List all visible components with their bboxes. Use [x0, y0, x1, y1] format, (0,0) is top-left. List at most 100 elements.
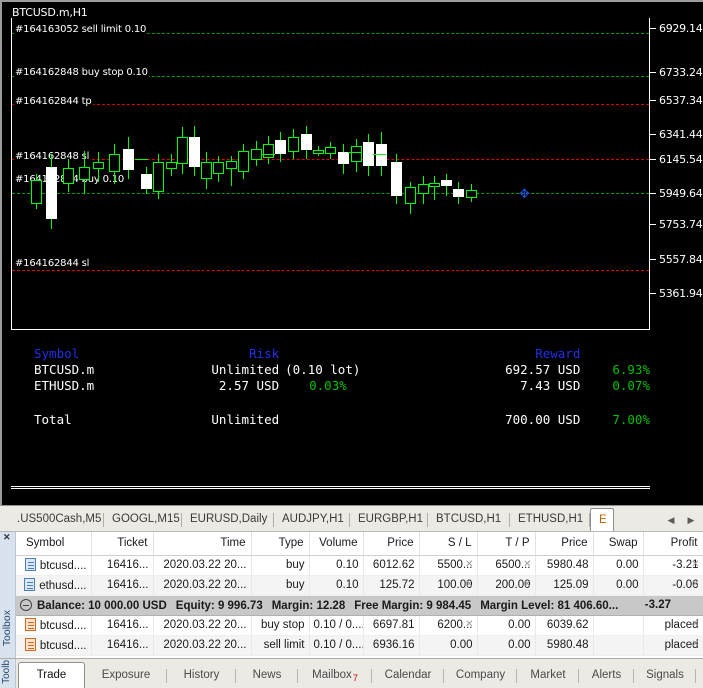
symbol-cell[interactable]: btcusd....: [16, 635, 91, 655]
column-header[interactable]: S / L: [419, 532, 477, 555]
column-header[interactable]: T / P: [477, 532, 535, 555]
profit-cell[interactable]: -0.06✕: [643, 575, 703, 595]
symbol-cell[interactable]: btcusd....: [16, 555, 91, 575]
time-scale[interactable]: [11, 488, 650, 505]
ticket-cell[interactable]: 16416...: [91, 555, 153, 575]
close-position-icon[interactable]: ✕: [523, 559, 531, 570]
time-cell[interactable]: 2020.03.22 20...: [153, 635, 251, 655]
current-price-cell[interactable]: 5980.48: [535, 555, 593, 575]
column-header[interactable]: Price: [535, 532, 593, 555]
volume-cell[interactable]: 0.10 / 0....: [309, 615, 363, 635]
table-row[interactable]: ethusd....16416...2020.03.22 20...buy0.1…: [16, 575, 703, 595]
column-header[interactable]: Swap: [593, 532, 643, 555]
close-position-icon[interactable]: ✕: [523, 579, 531, 590]
close-position-icon[interactable]: ✕: [465, 619, 473, 630]
swap-cell[interactable]: [593, 635, 643, 655]
toolbox-tab-history[interactable]: History: [167, 664, 236, 688]
sl-cell[interactable]: 6200...✕: [419, 615, 477, 635]
chart-window[interactable]: BTCUSD.m,H1 #164163052 sell limit 0.10#1…: [0, 0, 703, 505]
volume-cell[interactable]: 0.10: [309, 555, 363, 575]
close-position-icon[interactable]: ✕: [691, 579, 699, 590]
volume-cell[interactable]: 0.10 / 0....: [309, 635, 363, 655]
sl-cell[interactable]: 100.00✕: [419, 575, 477, 595]
price-cell[interactable]: 6697.81: [363, 615, 419, 635]
current-price-cell[interactable]: 5980.48: [535, 635, 593, 655]
swap-cell[interactable]: [593, 615, 643, 635]
type-cell[interactable]: buy stop: [251, 615, 309, 635]
chart-tab-us500cashm5[interactable]: .US500Cash,M5: [9, 509, 104, 532]
table-row[interactable]: btcusd....16416...2020.03.22 20...buy0.1…: [16, 555, 703, 575]
toolbox-tab-calendar[interactable]: Calendar: [372, 664, 444, 688]
toolbox-tab-exposure[interactable]: Exposure: [85, 664, 167, 688]
chart-tab-eurgbph1[interactable]: EURGBP,H1: [350, 509, 428, 532]
toolbox-tab-signals[interactable]: Signals: [634, 664, 696, 688]
chart-tab-bar[interactable]: .US500Cash,M5GOOGL,M15EURUSD,DailyAUDJPY…: [0, 505, 703, 531]
sl-cell[interactable]: 0.00: [419, 635, 477, 655]
toolbox-tab-mailbox[interactable]: Mailbox7: [298, 664, 372, 688]
profit-cell[interactable]: placed✕: [643, 635, 703, 655]
collapse-icon[interactable]: [20, 599, 32, 611]
time-cell[interactable]: 2020.03.22 20...: [153, 615, 251, 635]
price-cell[interactable]: 125.72: [363, 575, 419, 595]
sl-cell[interactable]: 5500...✕: [419, 555, 477, 575]
close-position-icon[interactable]: ✕: [691, 559, 699, 570]
toolbox-tab-market[interactable]: Market: [517, 664, 579, 688]
volume-cell[interactable]: 0.10: [309, 575, 363, 595]
close-position-icon[interactable]: ✕: [691, 639, 699, 650]
chart-tab-ethusdh1[interactable]: ETHUSD,H1: [510, 509, 590, 532]
price-scale[interactable]: 6929.146733.246537.346341.446145.545949.…: [650, 4, 703, 487]
column-header[interactable]: Type: [251, 532, 309, 555]
table-header-row[interactable]: SymbolTicketTimeTypeVolumePriceS / LT / …: [16, 532, 703, 555]
symbol-cell[interactable]: btcusd....: [16, 615, 91, 635]
chart-tab-e[interactable]: E: [590, 508, 614, 533]
tp-cell[interactable]: 0.00: [477, 615, 535, 635]
toolbox-tab-bar[interactable]: Toolb TradeExposureHistoryNewsMailbox7Ca…: [0, 658, 703, 688]
ticket-cell[interactable]: 16416...: [91, 575, 153, 595]
chevron-right-icon[interactable]: ▶: [688, 515, 695, 526]
price-cell[interactable]: 6936.16: [363, 635, 419, 655]
time-cell[interactable]: 2020.03.22 20...: [153, 555, 251, 575]
tp-cell[interactable]: 200.00✕: [477, 575, 535, 595]
symbol-cell[interactable]: ethusd....: [16, 575, 91, 595]
chart-tab-scroll-arrows[interactable]: ◀ ▶: [661, 511, 701, 529]
column-header[interactable]: Ticket: [91, 532, 153, 555]
close-position-icon[interactable]: ✕: [465, 579, 473, 590]
tp-cell[interactable]: 6500...✕: [477, 555, 535, 575]
tp-cell[interactable]: 0.00: [477, 635, 535, 655]
column-header[interactable]: Volume: [309, 532, 363, 555]
current-price-cell[interactable]: 6039.62: [535, 615, 593, 635]
toolbox-tab-alerts[interactable]: Alerts: [579, 664, 634, 688]
time-cell[interactable]: 2020.03.22 20...: [153, 575, 251, 595]
close-position-icon[interactable]: ✕: [691, 619, 699, 630]
type-cell[interactable]: buy: [251, 575, 309, 595]
ticket-cell[interactable]: 16416...: [91, 635, 153, 655]
column-header[interactable]: Profit: [643, 532, 703, 555]
close-position-icon[interactable]: ✕: [465, 559, 473, 570]
chart-tab-audjpyh1[interactable]: AUDJPY,H1: [274, 509, 350, 532]
price-cell[interactable]: 6012.62: [363, 555, 419, 575]
close-icon[interactable]: ✕: [3, 533, 11, 542]
swap-cell[interactable]: 0.00: [593, 575, 643, 595]
column-header[interactable]: Symbol: [16, 532, 91, 555]
profit-cell[interactable]: -3.21✕: [643, 555, 703, 575]
chart-canvas[interactable]: BTCUSD.m,H1 #164163052 sell limit 0.10#1…: [6, 4, 703, 505]
column-header[interactable]: Price: [363, 532, 419, 555]
trade-table[interactable]: SymbolTicketTimeTypeVolumePriceS / LT / …: [16, 532, 703, 656]
ticket-cell[interactable]: 16416...: [91, 615, 153, 635]
toolbox-tab-articles[interactable]: Articles1: [696, 664, 703, 688]
table-row[interactable]: btcusd....16416...2020.03.22 20...buy st…: [16, 615, 703, 635]
chart-tab-googlm15[interactable]: GOOGL,M15: [104, 509, 182, 532]
profit-cell[interactable]: placed✕: [643, 615, 703, 635]
swap-cell[interactable]: 0.00: [593, 555, 643, 575]
current-price-cell[interactable]: 125.09: [535, 575, 593, 595]
type-cell[interactable]: buy: [251, 555, 309, 575]
type-cell[interactable]: sell limit: [251, 635, 309, 655]
table-row[interactable]: btcusd....16416...2020.03.22 20...sell l…: [16, 635, 703, 655]
chevron-left-icon[interactable]: ◀: [668, 515, 675, 526]
toolbox-tab-trade[interactable]: Trade: [18, 662, 85, 688]
toolbox-tab-company[interactable]: Company: [444, 664, 517, 688]
chart-tab-eurusddaily[interactable]: EURUSD,Daily: [182, 509, 274, 532]
toolbox-tab-news[interactable]: News: [236, 664, 298, 688]
column-header[interactable]: Time: [153, 532, 251, 555]
chart-tab-btcusdh1[interactable]: BTCUSD,H1: [428, 509, 510, 532]
